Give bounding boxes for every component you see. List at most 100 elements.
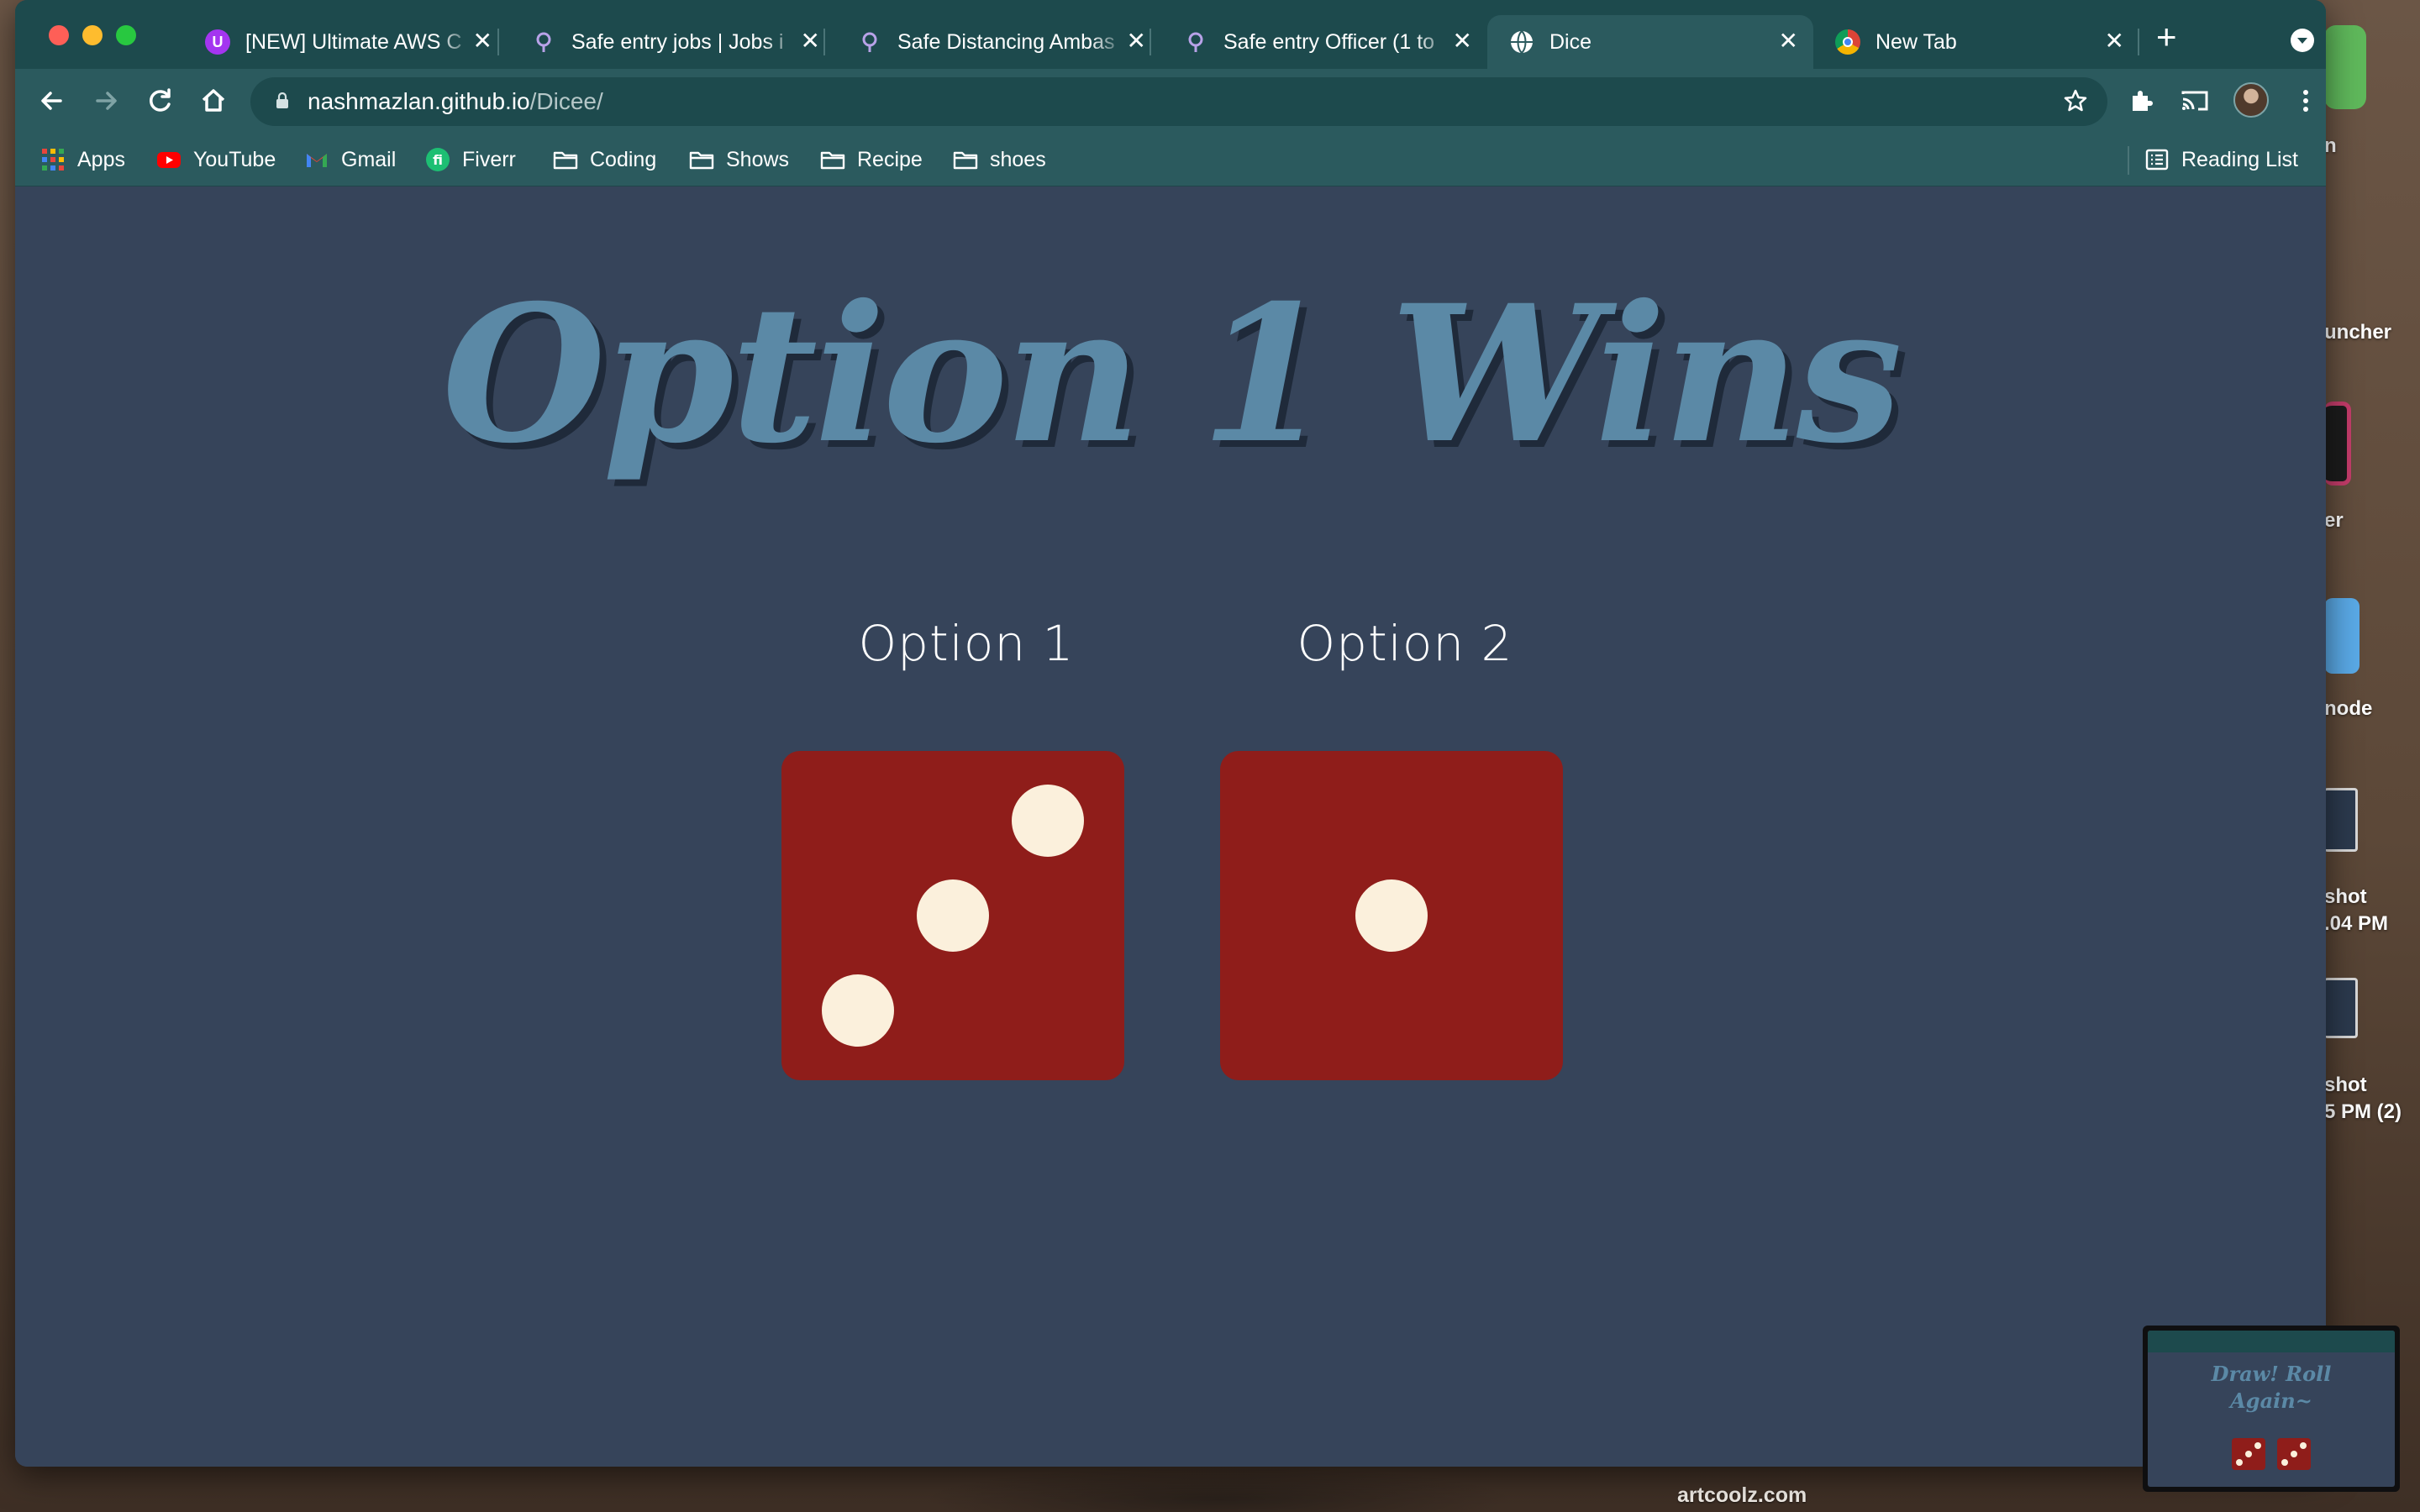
bookmark-label: Gmail	[341, 147, 397, 171]
desktop-label: .04 PM	[2324, 912, 2389, 935]
folder-icon	[820, 147, 845, 172]
tab-title: Safe entry Officer (1 to	[1223, 29, 1435, 54]
folder-icon	[689, 147, 714, 172]
udemy-icon: U	[205, 29, 230, 55]
tab-dice[interactable]: Dice ✕	[1487, 15, 1813, 69]
bookmark-youtube[interactable]: YouTube	[156, 144, 276, 175]
apps-grid-icon	[40, 147, 66, 172]
tab-safe-entry-jobs[interactable]: Safe entry jobs | Jobs i ✕	[509, 15, 835, 69]
lock-icon	[276, 92, 289, 109]
close-tab-icon[interactable]: ✕	[1779, 29, 1798, 53]
thumbnail-pip	[2245, 1451, 2252, 1457]
home-button[interactable]	[197, 84, 230, 118]
zoom-window-button[interactable]	[116, 25, 136, 45]
tab-search-button[interactable]	[2291, 29, 2314, 52]
folder-icon	[953, 147, 978, 172]
die-player1	[781, 751, 1124, 1080]
tab-strip: U [NEW] Ultimate AWS C ✕ Safe entry jobs…	[15, 0, 2326, 74]
thumbnail-pip	[2300, 1442, 2307, 1449]
bookmark-label: YouTube	[193, 147, 276, 171]
toolbar: nashmazlan.github.io/Dicee/	[15, 69, 2326, 134]
desktop-folder-icon[interactable]	[2324, 598, 2360, 674]
close-tab-icon[interactable]: ✕	[1127, 29, 1146, 53]
thumbnail-pip	[2281, 1459, 2288, 1466]
desktop-label: n	[2324, 134, 2337, 157]
reading-list-button[interactable]: Reading List	[2144, 144, 2298, 175]
url-text: nashmazlan.github.io/Dicee/	[308, 88, 603, 115]
thumbnail-headline: Draw! Roll Again~	[2148, 1361, 2395, 1415]
thumbnail-die	[2277, 1438, 2311, 1470]
bookmark-gmail[interactable]: Gmail	[304, 144, 396, 175]
bookmarks-divider	[2128, 146, 2129, 175]
tab-title: Dice	[1549, 29, 1592, 54]
watermark: artcoolz.com	[1677, 1483, 1807, 1507]
bookmark-label: Coding	[590, 147, 657, 171]
die-pip	[917, 879, 989, 952]
bookmark-label: Shows	[726, 147, 790, 171]
minimize-window-button[interactable]	[82, 25, 103, 45]
screenshot-preview-thumbnail[interactable]: Draw! Roll Again~	[2143, 1326, 2400, 1492]
bookmark-folder-recipe[interactable]: Recipe	[820, 144, 923, 175]
tab-udemy[interactable]: U [NEW] Ultimate AWS C ✕	[183, 15, 508, 69]
tab-divider	[1150, 29, 1151, 55]
die-pip	[822, 974, 894, 1047]
thumbnail-pip	[2254, 1442, 2261, 1449]
desktop-label: node	[2324, 697, 2373, 720]
close-tab-icon[interactable]: ✕	[801, 29, 820, 53]
player2-label: Option 2	[1297, 615, 1513, 672]
die-pip	[1012, 785, 1084, 857]
bookmark-folder-coding[interactable]: Coding	[553, 144, 656, 175]
desktop-label: uncher	[2324, 321, 2392, 344]
thumbnail-die	[2232, 1438, 2265, 1470]
close-tab-icon[interactable]: ✕	[473, 29, 492, 53]
chrome-icon	[1835, 29, 1860, 55]
desktop-label: shot	[2324, 1074, 2367, 1096]
bookmark-folder-shows[interactable]: Shows	[689, 144, 789, 175]
player1-label: Option 1	[858, 615, 1075, 672]
thumbnail-browser-bar	[2148, 1331, 2395, 1352]
reading-list-icon	[2144, 147, 2170, 172]
new-tab-button[interactable]: +	[2156, 19, 2177, 55]
tab-divider	[497, 29, 499, 55]
back-button[interactable]	[35, 84, 69, 118]
bookmarks-bar: Apps YouTube Gmail fi Fiverr Coding Show…	[15, 134, 2326, 186]
tab-title: Safe entry jobs | Jobs i	[571, 29, 784, 54]
tab-divider	[823, 29, 825, 55]
bookmark-apps[interactable]: Apps	[40, 144, 125, 175]
desktop-label: 5 PM (2)	[2324, 1100, 2402, 1123]
extensions-icon[interactable]	[2126, 86, 2156, 116]
tab-title: Safe Distancing Ambas	[897, 29, 1115, 54]
wallpaper-detail	[924, 1466, 1512, 1512]
url-domain: nashmazlan.github.io	[308, 88, 530, 114]
address-bar[interactable]: nashmazlan.github.io/Dicee/	[250, 77, 2107, 126]
bookmark-label: shoes	[990, 147, 1046, 171]
forward-button[interactable]	[89, 84, 123, 118]
bookmark-label: Fiverr	[462, 147, 516, 171]
cast-icon[interactable]	[2180, 86, 2210, 116]
close-tab-icon[interactable]: ✕	[1453, 29, 1472, 53]
thumbnail-pip	[2236, 1459, 2243, 1466]
bookmark-fiverr[interactable]: fi Fiverr	[425, 144, 516, 175]
bookmark-label: Recipe	[857, 147, 923, 171]
youtube-icon	[156, 147, 182, 172]
jobs-pin-icon	[1183, 29, 1208, 55]
tab-divider	[2138, 29, 2139, 55]
close-window-button[interactable]	[49, 25, 69, 45]
tab-safe-entry-officer[interactable]: Safe entry Officer (1 to ✕	[1161, 15, 1487, 69]
tab-safe-distancing[interactable]: Safe Distancing Ambas ✕	[835, 15, 1161, 69]
browser-window: U [NEW] Ultimate AWS C ✕ Safe entry jobs…	[15, 0, 2326, 1467]
reading-list-label: Reading List	[2181, 147, 2298, 171]
desktop-screenshot-icon[interactable]	[2324, 788, 2358, 852]
thumbnail-content: Draw! Roll Again~	[2148, 1331, 2395, 1487]
desktop-app-icon[interactable]	[2324, 25, 2366, 109]
profile-avatar[interactable]	[2233, 82, 2269, 118]
desktop-screenshot-icon[interactable]	[2324, 978, 2358, 1038]
more-menu-icon[interactable]	[2291, 86, 2321, 116]
close-tab-icon[interactable]: ✕	[2105, 29, 2124, 53]
reload-button[interactable]	[143, 84, 176, 118]
jobs-pin-icon	[531, 29, 556, 55]
bookmark-folder-shoes[interactable]: shoes	[953, 144, 1046, 175]
desktop-app-icon[interactable]	[2324, 402, 2351, 486]
tab-new-tab[interactable]: New Tab ✕	[1813, 15, 2139, 69]
bookmark-star-icon[interactable]	[2062, 87, 2089, 114]
